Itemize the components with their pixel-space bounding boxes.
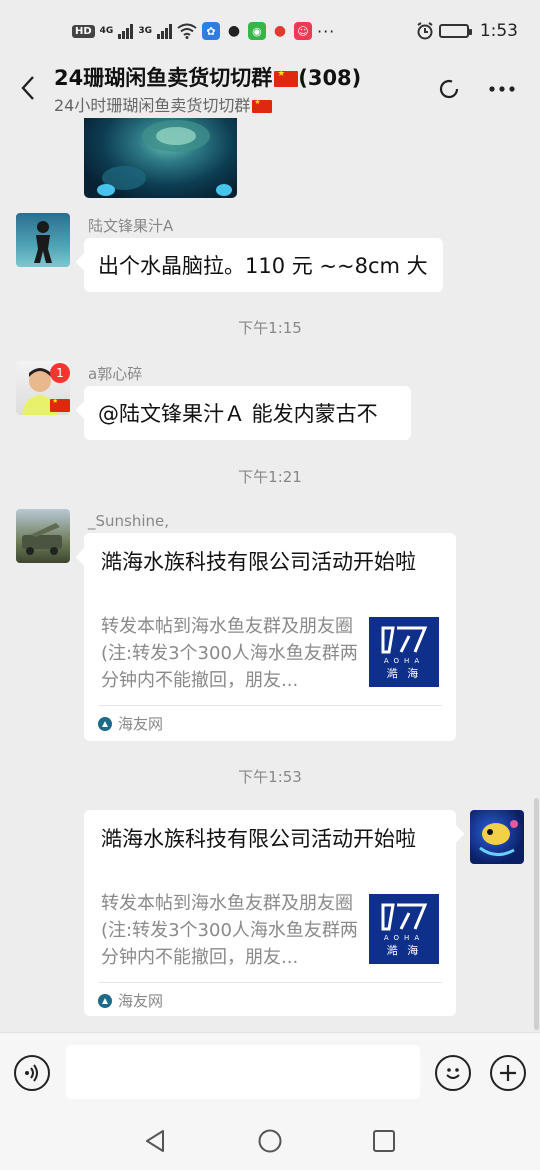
alarm-icon bbox=[417, 22, 433, 40]
clock: 1:53 bbox=[479, 21, 518, 41]
refresh-icon bbox=[439, 79, 459, 99]
battery-icon bbox=[438, 24, 472, 38]
aoha-logo-text: AOHA bbox=[383, 656, 425, 665]
voice-button[interactable] bbox=[14, 1055, 50, 1091]
refresh-button[interactable] bbox=[434, 74, 464, 104]
card-divider bbox=[98, 705, 442, 706]
aoha-logo-text: AOHA bbox=[383, 933, 425, 942]
link-card-title: 澔海水族科技有限公司活动开始啦 bbox=[101, 550, 416, 574]
aoha-logo-thumbnail: AOHA 澔 海 bbox=[369, 894, 439, 964]
source-logo-icon bbox=[98, 993, 112, 1008]
signal-icon bbox=[118, 23, 134, 39]
message-list[interactable]: 陆文锋果汁A 出个水晶脑拉。110 元 ~~8cm 大 下午1:15 1 a郭心… bbox=[0, 118, 540, 1032]
aoha-logo-cn: 澔 海 bbox=[386, 943, 422, 957]
aoha-logo-icon bbox=[381, 626, 428, 653]
avatar-figure bbox=[34, 221, 52, 263]
app-notification-icon: ✿ bbox=[201, 22, 220, 40]
aoha-logo-cn: 澔 海 bbox=[386, 666, 422, 680]
timestamp: 下午1:15 bbox=[238, 319, 302, 337]
chat-title-row[interactable]: 24珊瑚闲鱼卖货切切群 (308) bbox=[54, 62, 361, 92]
more-options-button[interactable] bbox=[486, 74, 518, 104]
voice-icon bbox=[25, 1064, 38, 1082]
location-icon: ● bbox=[273, 23, 287, 39]
link-card-source: 海友网 bbox=[98, 990, 163, 1011]
china-flag-icon bbox=[252, 98, 273, 113]
avatar-fish bbox=[479, 820, 518, 856]
message-input[interactable] bbox=[66, 1045, 420, 1099]
card-divider bbox=[98, 982, 442, 983]
message-bubble[interactable]: 出个水晶脑拉。110 元 ~~8cm 大 bbox=[84, 238, 443, 292]
input-bar bbox=[0, 1032, 540, 1112]
source-name: 海友网 bbox=[118, 992, 164, 1010]
sender-name: _Sunshine, bbox=[88, 512, 170, 530]
network-3g-label: 3G bbox=[138, 25, 152, 36]
hd-indicator: HD bbox=[72, 24, 95, 38]
system-nav-bar bbox=[0, 1112, 540, 1170]
status-icons-left: HD 4G 3G ✿ ● ◉ ● ☺ ··· bbox=[72, 22, 335, 41]
signal-icon-2 bbox=[156, 23, 172, 39]
chat-title: 24珊瑚闲鱼卖货切切群 bbox=[54, 66, 273, 90]
more-icon bbox=[489, 86, 515, 92]
message-bubble[interactable]: @陆文锋果汁Ａ 能发内蒙古不 bbox=[84, 386, 411, 440]
shared-image-coral[interactable] bbox=[84, 118, 237, 198]
nav-recent-apps-button[interactable] bbox=[369, 1126, 399, 1156]
plus-icon bbox=[500, 1065, 516, 1081]
circle-home-icon bbox=[258, 1129, 282, 1153]
chat-subtitle: 24小时珊瑚闲鱼卖货切切群 bbox=[54, 96, 251, 115]
chat-subtitle-row: 24小时珊瑚闲鱼卖货切切群 bbox=[54, 92, 273, 116]
emoji-icon bbox=[446, 1068, 460, 1079]
network-4g-label: 4G bbox=[99, 25, 114, 36]
link-card[interactable]: 澔海水族科技有限公司活动开始啦 转发本帖到海水鱼友群及朋友圈(注:转发3个300… bbox=[84, 810, 456, 1016]
link-card[interactable]: 澔海水族科技有限公司活动开始啦 转发本帖到海水鱼友群及朋友圈(注:转发3个300… bbox=[84, 533, 456, 741]
link-card-title: 澔海水族科技有限公司活动开始啦 bbox=[101, 827, 416, 851]
browser-icon: ◉ bbox=[247, 22, 266, 40]
link-card-source: 海友网 bbox=[98, 713, 163, 734]
scrollbar[interactable] bbox=[534, 798, 539, 1030]
timestamp: 下午1:21 bbox=[238, 468, 302, 486]
member-count: (308) bbox=[298, 66, 362, 90]
avatar-self[interactable] bbox=[470, 810, 524, 864]
source-name: 海友网 bbox=[118, 715, 164, 733]
link-card-description: 转发本帖到海水鱼友群及朋友圈(注:转发3个300人海水鱼友群两分钟内不能撤回，朋… bbox=[101, 616, 358, 691]
china-flag-icon bbox=[50, 397, 70, 412]
source-logo-icon bbox=[98, 716, 112, 731]
sender-name: a郭心碎 bbox=[88, 365, 143, 383]
chevron-left-icon bbox=[21, 76, 34, 100]
aoha-logo-thumbnail: AOHA 澔 海 bbox=[369, 617, 439, 687]
status-icons-right: 1:53 bbox=[416, 21, 518, 41]
status-bar: HD 4G 3G ✿ ● ◉ ● ☺ ··· 1:53 bbox=[0, 0, 540, 62]
avatar-sunshine[interactable] bbox=[16, 509, 70, 563]
coral-image-detail bbox=[97, 120, 232, 196]
triangle-back-icon bbox=[146, 1130, 164, 1152]
square-recent-icon bbox=[373, 1130, 395, 1152]
unread-badge: 1 bbox=[50, 363, 70, 383]
nav-home-button[interactable] bbox=[255, 1126, 285, 1156]
avatar-vehicle bbox=[22, 523, 62, 555]
back-button[interactable] bbox=[14, 72, 42, 104]
link-card-description: 转发本帖到海水鱼友群及朋友圈(注:转发3个300人海水鱼友群两分钟内不能撤回，朋… bbox=[101, 893, 358, 968]
aoha-logo-icon bbox=[381, 903, 428, 930]
timestamp: 下午1:53 bbox=[238, 768, 302, 786]
more-notifications-icon: ··· bbox=[316, 21, 336, 41]
nav-back-button[interactable] bbox=[140, 1126, 170, 1156]
more-functions-button[interactable] bbox=[490, 1055, 526, 1091]
qq-icon: ● bbox=[227, 23, 241, 39]
china-flag-icon bbox=[274, 69, 299, 87]
avatar-lu-wenfeng[interactable] bbox=[16, 213, 70, 267]
emoji-button[interactable] bbox=[435, 1055, 471, 1091]
shopping-app-icon: ☺ bbox=[293, 22, 312, 40]
wifi-icon bbox=[177, 23, 197, 39]
sender-name: 陆文锋果汁A bbox=[88, 217, 174, 235]
chat-header: 24珊瑚闲鱼卖货切切群 (308) 24小时珊瑚闲鱼卖货切切群 bbox=[0, 62, 540, 118]
